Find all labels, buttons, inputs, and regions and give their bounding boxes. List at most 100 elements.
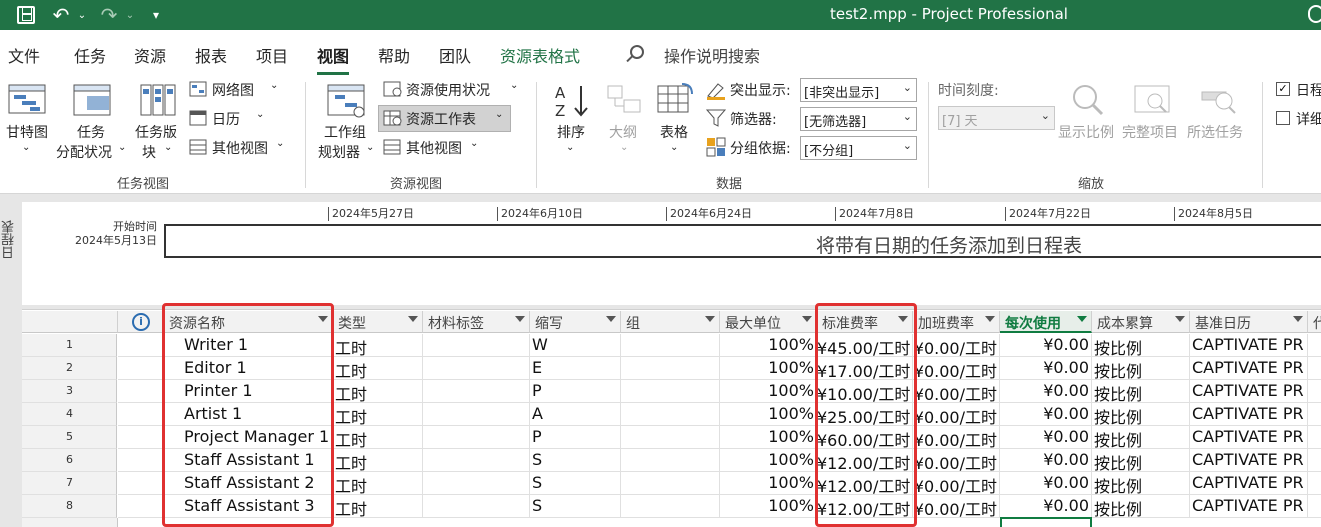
cell-type[interactable]: 工时 [333, 334, 423, 357]
column-header-type[interactable]: 类型 [333, 311, 423, 333]
row-header[interactable]: 7 [22, 472, 117, 495]
indicator-cell[interactable] [118, 380, 164, 403]
cell-max-units[interactable]: 100% [720, 495, 817, 518]
cell-group[interactable] [621, 357, 720, 380]
cell-ovt-rate[interactable]: ¥0.00/工时 [913, 357, 1000, 380]
filter-dropdown-icon[interactable] [1293, 316, 1303, 322]
cell-material-label[interactable] [423, 495, 530, 518]
cell-ovt-rate[interactable]: ¥0.00/工时 [913, 403, 1000, 426]
tab-view[interactable]: 视图 [317, 43, 350, 75]
cell-initials[interactable]: S [530, 495, 621, 518]
chevron-down-icon[interactable]: ⌄ [22, 142, 30, 153]
undo-dropdown-icon[interactable]: ⌄ [76, 4, 88, 26]
cell-base-calendar[interactable]: CAPTIVATE PR [1190, 403, 1308, 426]
chevron-down-icon[interactable]: ⌄ [510, 80, 518, 91]
column-header-accrue-at[interactable]: 成本累算 [1092, 311, 1190, 333]
cell-cost-per-use[interactable]: ¥0.00 [1000, 495, 1092, 518]
column-header-cost-per-use[interactable]: 每次使用 [1000, 311, 1092, 333]
cell-ovt-rate[interactable]: ¥0.00/工时 [913, 426, 1000, 449]
column-header-group[interactable]: 组 [621, 311, 720, 333]
tab-resource-sheet-format[interactable]: 资源表格式 [500, 43, 580, 67]
cell-base-calendar[interactable]: CAPTIVATE PR [1190, 426, 1308, 449]
chevron-down-icon[interactable]: ⌄ [256, 109, 264, 120]
row-header[interactable]: 4 [22, 403, 117, 426]
tab-help[interactable]: 帮助 [378, 43, 410, 67]
cell-max-units[interactable]: 100% [720, 403, 817, 426]
cell-initials[interactable]: P [530, 380, 621, 403]
chevron-down-icon[interactable]: ⌄ [366, 142, 374, 153]
save-icon[interactable] [14, 4, 38, 26]
cell-max-units[interactable]: 100% [720, 449, 817, 472]
cell-group[interactable] [621, 495, 720, 518]
cell-accrue-at[interactable]: 按比例 [1092, 472, 1190, 495]
cell-ovt-rate[interactable]: ¥0.00/工时 [913, 495, 1000, 518]
cell-accrue-at[interactable]: 按比例 [1092, 380, 1190, 403]
cell-max-units[interactable]: 100% [720, 426, 817, 449]
row-header[interactable]: 1 [22, 334, 117, 357]
cell-material-label[interactable] [423, 334, 530, 357]
cell-ovt-rate[interactable]: ¥0.00/工时 [913, 380, 1000, 403]
indicator-cell[interactable] [118, 357, 164, 380]
filter-dropdown-icon[interactable] [1077, 316, 1087, 322]
indicator-cell[interactable] [118, 334, 164, 357]
cell-base-calendar[interactable]: CAPTIVATE PR [1190, 380, 1308, 403]
indicator-cell[interactable] [118, 426, 164, 449]
cell-base-calendar[interactable]: CAPTIVATE PR [1190, 449, 1308, 472]
tab-team[interactable]: 团队 [439, 43, 471, 67]
cell-code[interactable] [1308, 334, 1321, 357]
group-by-select[interactable]: [不分组] ⌄ [800, 136, 917, 160]
cell-type[interactable]: 工时 [333, 449, 423, 472]
filter-select[interactable]: [无筛选器] ⌄ [800, 107, 917, 131]
chevron-down-icon[interactable]: ⌄ [470, 138, 478, 149]
cell-group[interactable] [621, 472, 720, 495]
cell-max-units[interactable]: 100% [720, 334, 817, 357]
cell-code[interactable] [1308, 426, 1321, 449]
cell-group[interactable] [621, 426, 720, 449]
tell-me-search[interactable]: 操作说明搜索 [664, 43, 760, 67]
cell-initials[interactable]: A [530, 403, 621, 426]
indicators-column-header[interactable]: i [118, 311, 164, 333]
cell-ovt-rate[interactable]: ¥0.00/工时 [913, 334, 1000, 357]
cell-type[interactable]: 工时 [333, 357, 423, 380]
cell-base-calendar[interactable]: CAPTIVATE PR [1190, 334, 1308, 357]
row-header[interactable]: 3 [22, 380, 117, 403]
cell-cost-per-use[interactable]: ¥0.00 [1000, 472, 1092, 495]
cell-cost-per-use[interactable]: ¥0.00 [1000, 357, 1092, 380]
cell-base-calendar[interactable]: CAPTIVATE PR [1190, 357, 1308, 380]
timeline-checkbox[interactable]: ✓ [1276, 82, 1290, 96]
redo-icon[interactable]: ↷ [98, 3, 120, 27]
cell-group[interactable] [621, 334, 720, 357]
filter-dropdown-icon[interactable] [408, 316, 418, 322]
cell-material-label[interactable] [423, 426, 530, 449]
cell-group[interactable] [621, 449, 720, 472]
timeline-bar[interactable]: 将带有日期的任务添加到日程表 [164, 224, 1321, 258]
column-header-initials[interactable]: 缩写 [530, 311, 621, 333]
column-header-ovt-rate[interactable]: 加班费率 [913, 311, 1000, 333]
cell-type[interactable]: 工时 [333, 403, 423, 426]
cell-material-label[interactable] [423, 403, 530, 426]
cell-type[interactable]: 工时 [333, 472, 423, 495]
cell-cost-per-use[interactable]: ¥0.00 [1000, 380, 1092, 403]
tab-report[interactable]: 报表 [195, 43, 227, 67]
cell-code[interactable] [1308, 403, 1321, 426]
column-header-code[interactable]: 代 [1308, 311, 1321, 333]
cell-code[interactable] [1308, 449, 1321, 472]
cell-base-calendar[interactable]: CAPTIVATE PR [1190, 495, 1308, 518]
indicator-cell[interactable] [118, 449, 164, 472]
filter-dropdown-icon[interactable] [705, 316, 715, 322]
cell-code[interactable] [1308, 357, 1321, 380]
active-cell[interactable] [1000, 517, 1092, 527]
details-checkbox[interactable] [1276, 111, 1290, 125]
cell-cost-per-use[interactable]: ¥0.00 [1000, 403, 1092, 426]
cell-material-label[interactable] [423, 449, 530, 472]
cell-max-units[interactable]: 100% [720, 472, 817, 495]
indicator-cell[interactable] [118, 403, 164, 426]
cell-accrue-at[interactable]: 按比例 [1092, 449, 1190, 472]
redo-dropdown-icon[interactable]: ⌄ [124, 4, 136, 26]
customize-toolbar-icon[interactable]: ▾ [148, 4, 164, 26]
chevron-down-icon[interactable]: ⌄ [164, 142, 172, 153]
cell-code[interactable] [1308, 472, 1321, 495]
row-header[interactable]: 6 [22, 449, 117, 472]
cell-type[interactable]: 工时 [333, 495, 423, 518]
cell-group[interactable] [621, 403, 720, 426]
